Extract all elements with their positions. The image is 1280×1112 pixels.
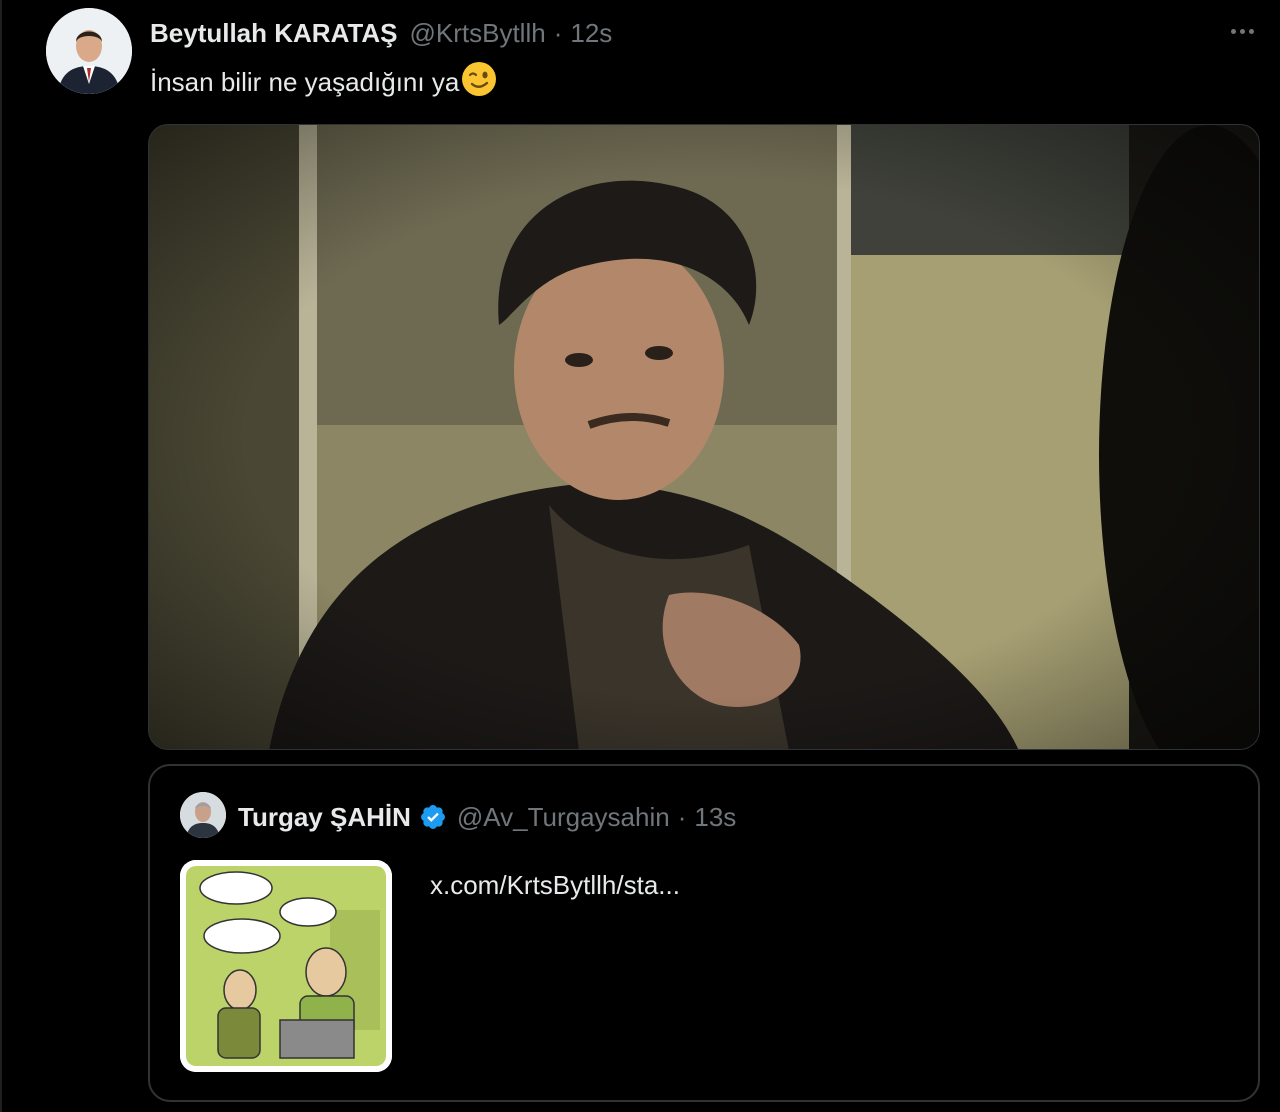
tweet-text-content: İnsan bilir ne yaşadığını ya bbox=[150, 66, 460, 97]
tweet-header: Beytullah KARATAŞ @KrtsBytllh · 12s bbox=[150, 14, 612, 52]
tweet[interactable]: Beytullah KARATAŞ @KrtsBytllh · 12s İnsa… bbox=[0, 0, 1280, 1112]
separator-dot: · bbox=[677, 801, 687, 832]
author-handle[interactable]: @KrtsBytllh bbox=[410, 18, 546, 49]
quoted-tweet-link[interactable]: x.com/KrtsBytllh/sta... bbox=[430, 870, 680, 901]
verified-badge-icon bbox=[419, 803, 447, 831]
quoted-tweet[interactable]: Turgay ŞAHİN @Av_Turgaysahin · 13s x.com… bbox=[148, 764, 1260, 1102]
quoted-author-display-name[interactable]: Turgay ŞAHİN bbox=[238, 802, 411, 833]
winking-face-emoji bbox=[461, 61, 497, 104]
quoted-tweet-header: Turgay ŞAHİN @Av_Turgaysahin · 13s bbox=[238, 798, 736, 836]
quoted-tweet-thumbnail[interactable] bbox=[180, 860, 392, 1072]
quoted-tweet-timestamp[interactable]: 13s bbox=[694, 802, 736, 833]
author-display-name[interactable]: Beytullah KARATAŞ bbox=[150, 18, 398, 49]
tweet-timestamp[interactable]: 12s bbox=[570, 18, 612, 49]
quoted-author-handle[interactable]: @Av_Turgaysahin bbox=[457, 802, 670, 833]
tweet-media-image[interactable] bbox=[148, 124, 1260, 750]
more-options-icon[interactable] bbox=[1220, 16, 1264, 46]
tweet-text: İnsan bilir ne yaşadığını ya bbox=[150, 61, 497, 104]
separator-dot: · bbox=[553, 17, 563, 48]
author-avatar[interactable] bbox=[46, 8, 132, 94]
quoted-author-avatar[interactable] bbox=[180, 792, 226, 838]
